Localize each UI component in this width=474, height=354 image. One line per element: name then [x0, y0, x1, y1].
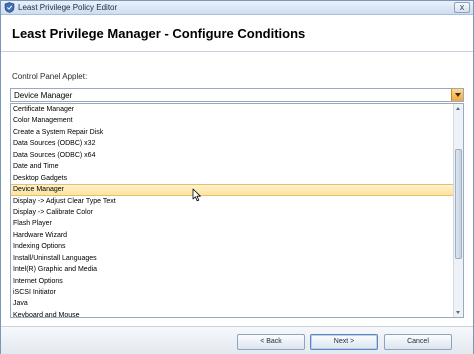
list-item[interactable]: Install/Uninstall Languages [11, 253, 453, 264]
list-item[interactable]: Data Sources (ODBC) x32 [11, 138, 453, 149]
window-title: Least Privilege Policy Editor [18, 3, 118, 12]
list-item[interactable]: Intel(R) Graphic and Media [11, 264, 453, 275]
list-scrollbar[interactable] [453, 104, 463, 317]
list-item[interactable]: Keyboard and Mouse [11, 310, 453, 317]
list-item[interactable]: Java [11, 298, 453, 309]
applet-list-items: Certificate Manager Color Management Creat… [11, 104, 453, 317]
applet-label: Control Panel Applet: [12, 72, 88, 81]
list-item[interactable]: Data Sources (ODBC) x64 [11, 150, 453, 161]
applet-dropdown-value: Device Manager [14, 91, 73, 100]
scroll-up-button[interactable] [454, 104, 463, 113]
mouse-pointer-icon [192, 188, 201, 202]
list-item[interactable]: Date and Time [11, 161, 453, 172]
scroll-down-button[interactable] [454, 308, 463, 317]
list-item[interactable]: Create a System Repair Disk [11, 127, 453, 138]
list-item[interactable]: Desktop Gadgets [11, 173, 453, 184]
close-button[interactable]: x [454, 2, 470, 13]
scroll-thumb[interactable] [455, 149, 462, 259]
shield-icon [4, 2, 15, 13]
dialog-footer: < Back Next > Cancel [1, 326, 473, 354]
list-item[interactable]: Display -> Adjust Clear Type Text [11, 196, 453, 207]
close-icon: x [459, 2, 465, 12]
page-header: Least Privilege Manager - Configure Cond… [1, 16, 473, 52]
list-item[interactable]: Display -> Calibrate Color [11, 207, 453, 218]
applet-dropdown[interactable]: Device Manager [10, 88, 464, 102]
list-item[interactable]: Flash Player [11, 218, 453, 229]
list-item[interactable]: Color Management [11, 115, 453, 126]
applet-list[interactable]: Certificate Manager Color Management Creat… [10, 103, 464, 318]
list-item[interactable]: Internet Options [11, 276, 453, 287]
list-item[interactable]: Indexing Options [11, 241, 453, 252]
chevron-down-icon[interactable] [451, 89, 463, 101]
cancel-button[interactable]: Cancel [384, 334, 452, 350]
list-item-selected[interactable]: Device Manager [11, 184, 453, 196]
main-content: Control Panel Applet: Device Manager Cer… [1, 53, 473, 325]
next-button[interactable]: Next > [310, 334, 378, 350]
title-bar[interactable]: Least Privilege Policy Editor x [1, 1, 473, 15]
page-title: Least Privilege Manager - Configure Cond… [12, 26, 306, 41]
list-item[interactable]: iSCSI Initiator [11, 287, 453, 298]
back-button[interactable]: < Back [237, 334, 305, 350]
list-item[interactable]: Hardware Wizard [11, 230, 453, 241]
dialog-window: Least Privilege Policy Editor x Least Pr… [0, 0, 474, 354]
list-item[interactable]: Certificate Manager [11, 104, 453, 115]
